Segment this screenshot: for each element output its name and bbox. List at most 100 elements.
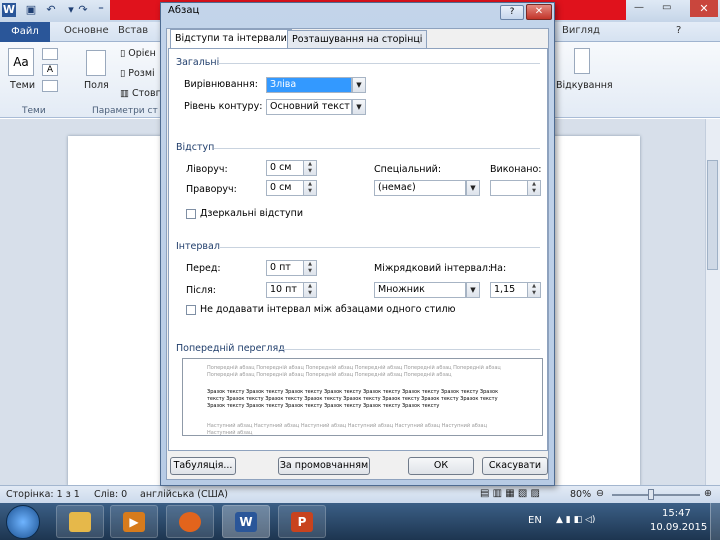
customize-qat-icon[interactable]: ⁼	[94, 3, 108, 17]
zoom-slider[interactable]	[612, 494, 700, 496]
line-spacing-at-input[interactable]: 1,15	[490, 282, 528, 298]
indent-right-label: Праворуч:	[186, 184, 237, 195]
zoom-slider-thumb[interactable]	[648, 489, 654, 500]
folder-icon	[69, 512, 91, 532]
chevron-down-icon[interactable]: ▼	[352, 99, 366, 115]
section-divider	[214, 148, 540, 149]
size-button[interactable]: ▯ Розмі	[120, 68, 155, 79]
taskbar-word[interactable]: W	[222, 505, 270, 538]
tab-line-page-breaks[interactable]: Розташування на сторінці	[287, 30, 428, 49]
dont-add-space-checkbox[interactable]	[186, 305, 196, 315]
indent-by-spinner[interactable]: ▲ ▼	[528, 180, 541, 196]
tab-view[interactable]: Вигляд	[562, 25, 600, 36]
dialog-close-button[interactable]: ✕	[526, 4, 552, 20]
margins-icon[interactable]	[86, 50, 106, 76]
group-label-themes: Теми	[22, 106, 46, 116]
show-desktop-button[interactable]	[710, 503, 720, 540]
taskbar-powerpoint[interactable]: P	[278, 505, 326, 538]
start-button[interactable]	[6, 505, 40, 539]
taskbar-firefox[interactable]	[166, 505, 214, 538]
group-label-page-setup: Параметри ст	[92, 106, 158, 116]
tab-file[interactable]: Файл	[0, 22, 50, 42]
scrollbar-thumb[interactable]	[707, 160, 718, 270]
indent-left-label: Ліворуч:	[186, 164, 228, 175]
theme-fonts-icon[interactable]: A	[42, 64, 58, 76]
ok-button[interactable]: ОК	[408, 457, 474, 475]
alignment-label: Вирівнювання:	[184, 79, 258, 90]
clock-date[interactable]: 10.09.2015	[650, 522, 707, 533]
spacing-after-spinner[interactable]: ▲ ▼	[304, 282, 317, 298]
indent-left-input[interactable]: 0 см	[266, 160, 304, 176]
tab-home[interactable]: Основне	[64, 25, 109, 36]
language-indicator[interactable]: EN	[528, 515, 542, 526]
dont-add-space-label: Не додавати інтервал між абзацами одного…	[200, 304, 456, 315]
size-label: Розмі	[128, 68, 155, 79]
taskbar-media-player[interactable]: ▶	[110, 505, 158, 538]
arrange-button-label[interactable]: Відкування	[556, 80, 613, 91]
status-page[interactable]: Сторінка: 1 з 1	[6, 489, 80, 500]
section-indent: Відступ	[176, 142, 215, 153]
arrange-icon[interactable]	[574, 48, 590, 74]
orientation-button[interactable]: ▯ Орієн	[120, 48, 156, 59]
spacing-after-label: Після:	[186, 285, 216, 296]
theme-colors-icon[interactable]	[42, 48, 58, 60]
chevron-down-icon[interactable]: ▼	[466, 180, 480, 196]
section-general: Загальні	[176, 57, 220, 68]
themes-icon[interactable]: Aa	[8, 48, 34, 76]
spacing-before-input[interactable]: 0 пт	[266, 260, 304, 276]
section-preview: Попередній перегляд	[176, 343, 285, 354]
outline-level-select[interactable]: Основний текст	[266, 99, 352, 115]
line-spacing-select[interactable]: Множник	[374, 282, 466, 298]
zoom-out-icon[interactable]: ⊖	[596, 488, 604, 499]
indent-right-spinner[interactable]: ▲ ▼	[304, 180, 317, 196]
spacing-before-spinner[interactable]: ▲ ▼	[304, 260, 317, 276]
section-divider	[220, 247, 540, 248]
alignment-select[interactable]: Зліва	[266, 77, 352, 93]
zoom-level[interactable]: 80%	[570, 489, 591, 500]
indent-right-input[interactable]: 0 см	[266, 180, 304, 196]
dialog-help-button[interactable]: ?	[500, 5, 524, 20]
line-spacing-at-spinner[interactable]: ▲ ▼	[528, 282, 541, 298]
undo-icon[interactable]: ↶	[44, 3, 58, 17]
preview-next-paragraph: Наступний абзац Наступний абзац Наступни…	[207, 423, 488, 436]
chevron-down-icon[interactable]: ▼	[352, 77, 366, 93]
tab-indents-spacing[interactable]: Відступи та інтервали	[170, 29, 292, 49]
theme-effects-icon[interactable]	[42, 80, 58, 92]
maximize-icon[interactable]: ▭	[662, 2, 671, 13]
columns-icon: ▥	[120, 88, 132, 99]
mirror-indents-checkbox[interactable]	[186, 209, 196, 219]
status-bar: Сторінка: 1 з 1 Слів: 0 англійська (США)…	[0, 485, 720, 503]
word-logo-icon: W	[2, 3, 16, 17]
margins-button-label[interactable]: Поля	[84, 80, 109, 91]
chevron-down-icon[interactable]: ▼	[466, 282, 480, 298]
firefox-icon	[179, 512, 201, 532]
set-default-button[interactable]: За промовчанням	[278, 457, 370, 475]
preview-previous-paragraph: Попередній абзац Попередній абзац Попере…	[207, 365, 501, 378]
orientation-label: Орієн	[128, 48, 156, 59]
line-spacing-label: Міжрядковий інтервал:	[374, 263, 492, 274]
indent-by-input[interactable]	[490, 180, 528, 196]
status-words[interactable]: Слів: 0	[94, 489, 127, 500]
window-close-button[interactable]: ✕	[690, 0, 718, 17]
tray-icons[interactable]: ▲ ▮ ◧ ◁)	[556, 515, 595, 525]
themes-button-label[interactable]: Теми	[10, 80, 35, 91]
view-modes-icon[interactable]: ▤ ▥ ▦ ▧ ▨	[480, 488, 540, 499]
clock-time[interactable]: 15:47	[662, 508, 691, 519]
save-icon[interactable]: ▣	[24, 3, 38, 17]
redo-icon[interactable]: ↷	[76, 3, 90, 17]
spacing-after-input[interactable]: 10 пт	[266, 282, 304, 298]
status-language[interactable]: англійська (США)	[140, 489, 228, 500]
special-indent-select[interactable]: (немає)	[374, 180, 466, 196]
tabs-button[interactable]: Табуляція...	[170, 457, 236, 475]
columns-button[interactable]: ▥ Стовп	[120, 88, 162, 99]
taskbar-explorer[interactable]	[56, 505, 104, 538]
help-icon[interactable]: ?	[676, 25, 681, 36]
powerpoint-icon: P	[291, 512, 313, 532]
zoom-in-icon[interactable]: ⊕	[704, 488, 712, 499]
indent-left-spinner[interactable]: ▲ ▼	[304, 160, 317, 176]
outline-level-label: Рівень контуру:	[184, 101, 263, 112]
paragraph-preview: Попередній абзац Попередній абзац Попере…	[182, 358, 543, 436]
tab-insert[interactable]: Встав	[118, 25, 148, 36]
minimize-icon[interactable]: —	[634, 2, 644, 13]
cancel-button[interactable]: Скасувати	[482, 457, 548, 475]
